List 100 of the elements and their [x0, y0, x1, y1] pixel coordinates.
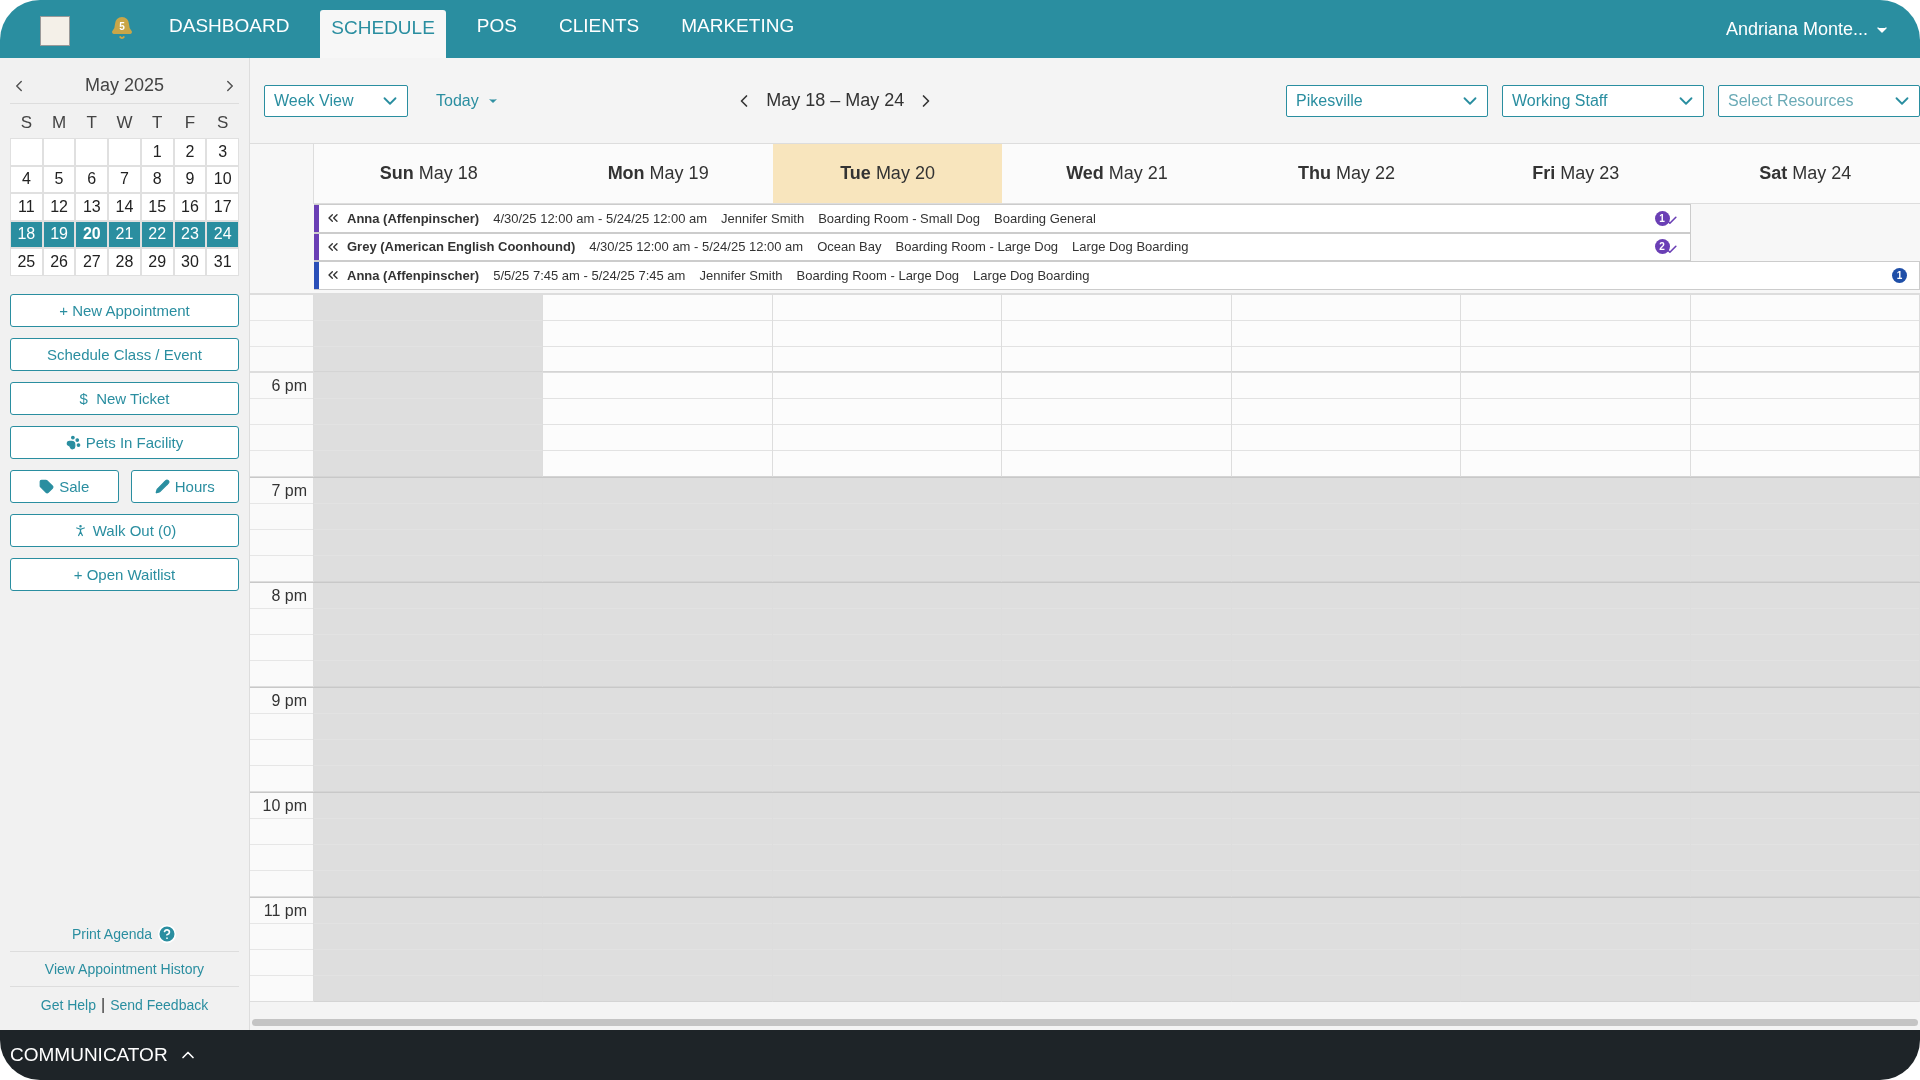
user-menu[interactable]: Andriana Monte...: [1725, 19, 1890, 40]
sidebar-button[interactable]: Schedule Class / Event: [10, 337, 239, 371]
pet-name: Grey (American English Coonhound): [347, 239, 576, 255]
event-room: Boarding Room - Large Dog: [895, 239, 1059, 255]
calendar-day[interactable]: 21: [108, 220, 141, 248]
time-slot[interactable]: [1690, 294, 1920, 372]
calendar-day[interactable]: 27: [75, 248, 109, 276]
calendar-day[interactable]: 11: [10, 193, 43, 221]
calendar-day[interactable]: 18: [10, 220, 43, 248]
time-slot[interactable]: [772, 294, 1003, 372]
time-slot[interactable]: [314, 372, 544, 477]
calendar-day[interactable]: 1: [140, 138, 174, 166]
event-service: Boarding General: [994, 210, 1096, 226]
day-header[interactable]: Sun May 18: [314, 144, 544, 204]
time-slot[interactable]: [1461, 294, 1691, 372]
calendar-day[interactable]: 13: [75, 193, 109, 221]
today-button[interactable]: Today: [430, 90, 505, 111]
logo-image[interactable]: [40, 16, 70, 46]
hour-label: 7 pm: [271, 481, 307, 502]
communicator-button[interactable]: COMMUNICATOR: [10, 1044, 198, 1066]
boarding-event[interactable]: Grey (American English Coonhound) 4/30/25 12:00 am - 5/24/25 12:00 am Ocean Bay Boarding Room - Large Dog Large Dog Boarding 2: [314, 232, 1691, 261]
time-slot[interactable]: [772, 372, 1003, 477]
calendar-day[interactable]: 24: [206, 220, 239, 248]
time-slot[interactable]: [1231, 372, 1462, 477]
weekday-label: S: [215, 112, 230, 134]
day-header[interactable]: Mon May 19: [543, 144, 773, 204]
sidebar-button[interactable]: + New Appointment: [10, 293, 239, 327]
calendar-day[interactable]: 26: [42, 248, 76, 276]
nav-tab[interactable]: MARKETING: [670, 10, 806, 58]
date-range: May 18 – May 24: [766, 90, 905, 111]
time-slot[interactable]: [1690, 372, 1920, 477]
send-feedback-link[interactable]: Send Feedback: [110, 996, 209, 1013]
day-header[interactable]: Tue May 20: [772, 144, 1003, 204]
calendar-day[interactable]: 12: [42, 193, 76, 221]
help-icon[interactable]: [157, 924, 178, 944]
calendar-day[interactable]: 10: [206, 165, 239, 193]
calendar-day[interactable]: 31: [206, 248, 239, 276]
calendar-day[interactable]: 17: [206, 193, 239, 221]
view-dropdown[interactable]: Week View: [264, 84, 408, 117]
paw-icon: [65, 434, 81, 450]
calendar-day[interactable]: 6: [75, 165, 109, 193]
time-slot[interactable]: [543, 372, 773, 477]
sidebar-button[interactable]: Sale: [10, 469, 119, 503]
calendar-day[interactable]: 28: [108, 248, 141, 276]
pencil-icon: [154, 478, 170, 494]
bell-icon: [110, 16, 134, 40]
weekday-label: S: [19, 112, 33, 134]
tag-icon: [39, 478, 55, 494]
time-slot[interactable]: [543, 294, 773, 372]
horizontal-scrollbar[interactable]: [252, 1019, 1918, 1026]
day-header[interactable]: Thu May 22: [1231, 144, 1462, 204]
calendar-day[interactable]: 16: [173, 193, 207, 221]
sidebar-button[interactable]: + Open Waitlist: [10, 557, 239, 591]
boarding-event[interactable]: Anna (Affenpinscher) 4/30/25 12:00 am - 5/24/25 12:00 am Jennifer Smith Boarding Room - Small Dog Boarding General 1: [314, 204, 1691, 233]
pet-name: Anna (Affenpinscher): [347, 267, 480, 283]
event-dates: 4/30/25 12:00 am - 5/24/25 12:00 am: [493, 210, 708, 226]
nav-tab[interactable]: POS: [465, 10, 528, 58]
weekday-label: F: [183, 112, 197, 134]
day-header[interactable]: Sat May 24: [1690, 144, 1920, 204]
time-slot[interactable]: [1002, 294, 1232, 372]
sidebar-button[interactable]: $ New Ticket: [10, 381, 239, 415]
hour-label: 9 pm: [271, 691, 307, 712]
nav-tab[interactable]: SCHEDULE: [320, 10, 446, 58]
hour-label: 11 pm: [263, 901, 307, 922]
day-header[interactable]: Wed May 21: [1002, 144, 1232, 204]
location-dropdown[interactable]: Pikesville: [1286, 84, 1488, 117]
time-slot[interactable]: [1002, 372, 1232, 477]
hour-label: 6 pm: [271, 376, 307, 397]
calendar-day[interactable]: 30: [173, 248, 207, 276]
hour-label: 8 pm: [271, 586, 307, 607]
event-dates: 4/30/25 12:00 am - 5/24/25 12:00 am: [589, 239, 804, 255]
event-room: Boarding Room - Small Dog: [818, 210, 981, 226]
event-staff: Ocean Bay: [817, 239, 882, 255]
calendar-day[interactable]: 7: [108, 165, 141, 193]
boarding-event[interactable]: Anna (Affenpinscher) 5/5/25 7:45 am - 5/24/25 7:45 am Jennifer Smith Boarding Room - Large Dog Large Dog Boarding 1: [314, 261, 1920, 290]
event-dates: 5/5/25 7:45 am - 5/24/25 7:45 am: [493, 267, 686, 283]
nav-tab[interactable]: DASHBOARD: [158, 10, 301, 58]
calendar-title: May 2025: [84, 75, 165, 96]
sidebar-button[interactable]: Hours: [130, 469, 239, 503]
time-slot[interactable]: [1231, 294, 1462, 372]
nav-tab[interactable]: CLIENTS: [547, 10, 651, 58]
staff-dropdown[interactable]: Working Staff: [1502, 84, 1704, 117]
sidebar-button[interactable]: Pets In Facility: [10, 425, 239, 459]
calendar-day[interactable]: 20: [75, 220, 109, 248]
weekday-label: T: [85, 112, 98, 134]
calendar-day[interactable]: 29: [140, 248, 174, 276]
link-separator: |: [101, 995, 106, 1014]
sidebar-button[interactable]: Walk Out (0): [10, 513, 239, 547]
time-slot[interactable]: [1461, 372, 1691, 477]
calendar-day[interactable]: 15: [140, 193, 174, 221]
calendar-day[interactable]: 14: [108, 193, 141, 221]
calendar-day[interactable]: 2: [173, 138, 207, 166]
time-slot[interactable]: [314, 294, 544, 372]
weekday-label: T: [151, 112, 164, 134]
calendar-day[interactable]: 3: [206, 138, 239, 166]
day-header[interactable]: Fri May 23: [1461, 144, 1691, 204]
calendar-day[interactable]: 25: [10, 248, 43, 276]
calendar-day[interactable]: 4: [10, 165, 43, 193]
event-service: Large Dog Boarding: [973, 267, 1090, 283]
event-status-badge: 1: [1892, 267, 1907, 283]
